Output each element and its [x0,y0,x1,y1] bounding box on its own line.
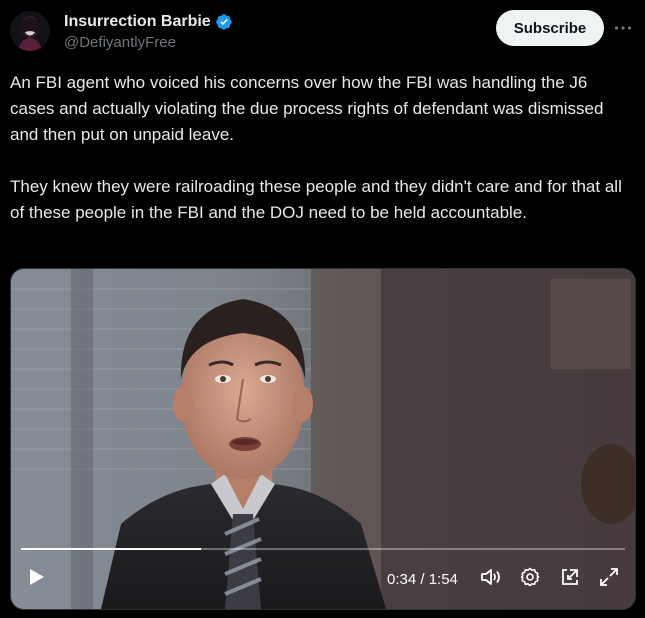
fullscreen-icon [599,567,619,592]
picture-in-picture-icon [560,567,580,592]
avatar[interactable] [10,11,50,51]
subscribe-button[interactable]: Subscribe [496,10,604,46]
fullscreen-button[interactable] [597,567,621,591]
volume-icon [480,567,502,592]
user-handle[interactable]: @DefiyantlyFree [64,34,233,51]
play-button[interactable] [25,567,49,591]
video-player[interactable]: 0:34 / 1:54 [10,268,636,610]
volume-button[interactable] [479,567,503,591]
tweet-text: An FBI agent who voiced his concerns ove… [10,70,635,226]
picture-in-picture-button[interactable] [558,567,582,591]
verified-badge-icon [215,13,233,31]
time-readout: 0:34 / 1:54 [387,571,458,588]
ellipsis-icon [614,18,632,36]
video-frame [11,269,635,609]
tweet-paragraph: An FBI agent who voiced his concerns ove… [10,73,604,144]
more-options-button[interactable] [612,16,634,38]
settings-button[interactable] [518,567,542,591]
tweet-paragraph: They knew they were railroading these pe… [10,177,622,222]
display-name[interactable]: Insurrection Barbie [64,13,211,31]
video-controls: 0:34 / 1:54 [11,559,635,599]
video-progress-bar[interactable] [21,548,625,550]
video-progress-fill [21,548,201,550]
tweet-header: Insurrection Barbie @DefiyantlyFree Subs… [10,8,635,58]
settings-gear-icon [520,567,540,592]
play-icon [29,568,45,591]
author-info: Insurrection Barbie @DefiyantlyFree [64,12,233,51]
